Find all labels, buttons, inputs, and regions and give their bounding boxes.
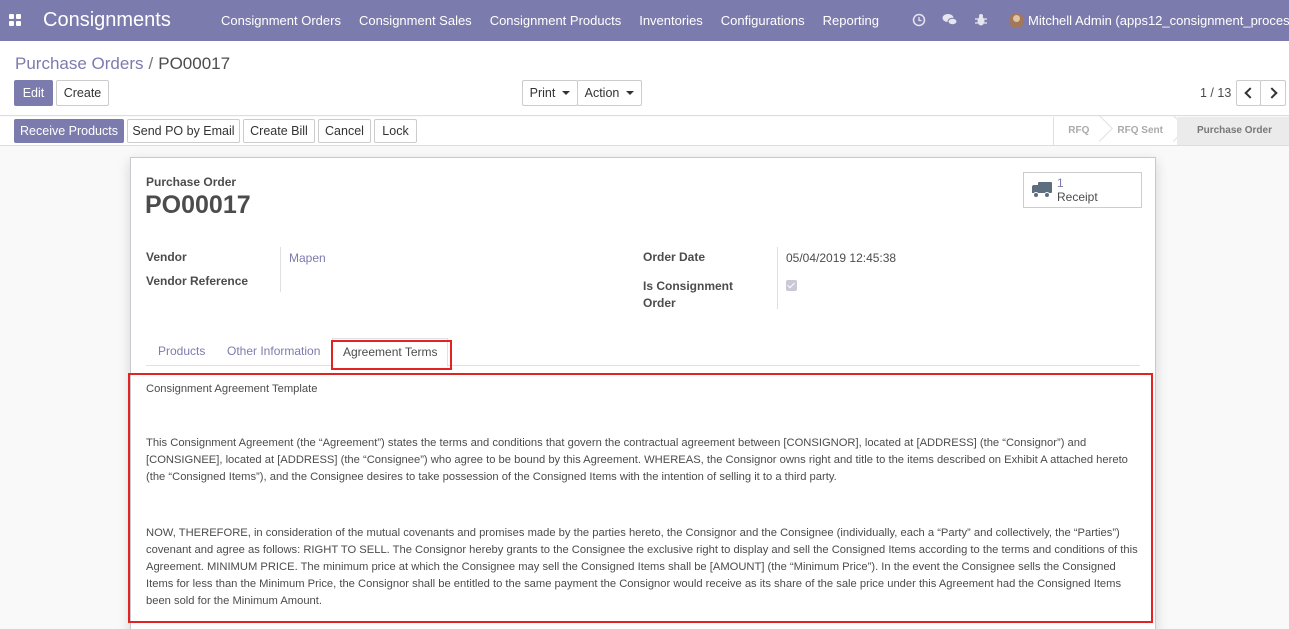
agreement-heading: Consignment Agreement Template xyxy=(146,383,318,395)
menu-inventories[interactable]: Inventories xyxy=(630,0,712,41)
main-menu: Consignment Orders Consignment Sales Con… xyxy=(212,0,888,41)
avatar xyxy=(1009,13,1024,28)
apps-menu-icon[interactable] xyxy=(9,14,21,26)
order-date-field[interactable]: 05/04/2019 12:45:38 xyxy=(786,251,896,265)
field-divider xyxy=(280,247,281,292)
stage-rfq[interactable]: RFQ xyxy=(1054,117,1103,145)
clock-icon[interactable] xyxy=(912,13,926,27)
action-dropdown[interactable]: Action xyxy=(577,80,642,106)
menu-consignment-orders[interactable]: Consignment Orders xyxy=(212,0,350,41)
user-name: Mitchell Admin (apps12_consignment_proce… xyxy=(1028,13,1289,28)
is-consignment-checkbox[interactable] xyxy=(786,280,797,291)
print-label: Print xyxy=(529,86,556,100)
receive-products-button[interactable]: Receive Products xyxy=(14,119,124,143)
status-bar: Receive Products Send PO by Email Create… xyxy=(0,117,1289,146)
app-title: Consignments xyxy=(43,9,171,31)
lock-button[interactable]: Lock xyxy=(374,119,417,143)
consignment-label: Is Consignment Order xyxy=(643,278,733,312)
order-date-label: Order Date xyxy=(643,250,706,264)
menu-consignment-products[interactable]: Consignment Products xyxy=(481,0,631,41)
cancel-button[interactable]: Cancel xyxy=(318,119,371,143)
chevron-left-icon xyxy=(1244,87,1256,99)
menu-reporting[interactable]: Reporting xyxy=(814,0,888,41)
receipt-count: 1 xyxy=(1057,176,1064,190)
create-bill-button[interactable]: Create Bill xyxy=(243,119,315,143)
menu-configurations[interactable]: Configurations xyxy=(712,0,814,41)
chevron-right-icon xyxy=(1265,87,1278,99)
form-sheet: 1 Receipt Purchase Order PO00017 Vendor … xyxy=(128,157,1156,629)
consignment-label-line2: Order xyxy=(643,296,676,310)
tab-highlight-box xyxy=(331,340,452,370)
breadcrumb-current: PO00017 xyxy=(158,54,231,73)
agreement-paragraph-2: NOW, THEREFORE, in consideration of the … xyxy=(146,527,1138,607)
field-divider xyxy=(777,247,778,309)
breadcrumb: Purchase Orders / PO00017 xyxy=(15,54,230,74)
receipt-label: Receipt xyxy=(1057,190,1098,204)
create-button[interactable]: Create xyxy=(56,80,109,106)
bug-icon[interactable] xyxy=(974,13,988,27)
agreement-paragraph-1: This Consignment Agreement (the “Agreeme… xyxy=(146,437,1128,483)
pager-next-button[interactable] xyxy=(1260,80,1286,106)
record-type-label: Purchase Order xyxy=(146,175,237,189)
caret-down-icon xyxy=(626,91,635,95)
notebook-tabs: Products Other Information Agreement Ter… xyxy=(146,338,1140,367)
status-stages: RFQ RFQ Sent Purchase Order xyxy=(1053,117,1289,145)
pager-previous-button[interactable] xyxy=(1236,80,1261,106)
receipt-smart-text: 1 Receipt xyxy=(1057,176,1098,204)
consignment-label-line1: Is Consignment xyxy=(643,279,734,293)
vendor-field[interactable]: Mapen xyxy=(289,251,326,265)
pager-value: 1 / 13 xyxy=(1200,86,1232,100)
menu-consignment-sales[interactable]: Consignment Sales xyxy=(350,0,481,41)
truck-icon xyxy=(1032,182,1052,199)
top-navbar: Consignments Consignment Orders Consignm… xyxy=(0,0,1289,41)
action-label: Action xyxy=(584,86,620,100)
vendor-reference-label: Vendor Reference xyxy=(146,274,249,288)
user-menu[interactable]: Mitchell Admin (apps12_consignment_proce… xyxy=(1009,0,1289,41)
receipt-smart-button[interactable]: 1 Receipt xyxy=(1023,172,1142,208)
stage-rfq-sent[interactable]: RFQ Sent xyxy=(1103,117,1177,145)
send-po-email-button[interactable]: Send PO by Email xyxy=(127,119,240,143)
vendor-label: Vendor xyxy=(146,250,187,264)
breadcrumb-separator: / xyxy=(148,54,154,73)
stage-purchase-order[interactable]: Purchase Order xyxy=(1176,117,1289,145)
tab-other-information[interactable]: Other Information xyxy=(227,338,320,366)
breadcrumb-purchase-orders[interactable]: Purchase Orders xyxy=(15,54,144,73)
chat-icon[interactable] xyxy=(942,13,958,27)
tab-products[interactable]: Products xyxy=(158,338,205,366)
control-panel: Purchase Orders / PO00017 Edit Create Prin… xyxy=(0,41,1289,116)
print-dropdown[interactable]: Print xyxy=(522,80,578,106)
edit-button[interactable]: Edit xyxy=(14,80,53,106)
record-name: PO00017 xyxy=(145,191,251,219)
caret-down-icon xyxy=(562,91,571,95)
